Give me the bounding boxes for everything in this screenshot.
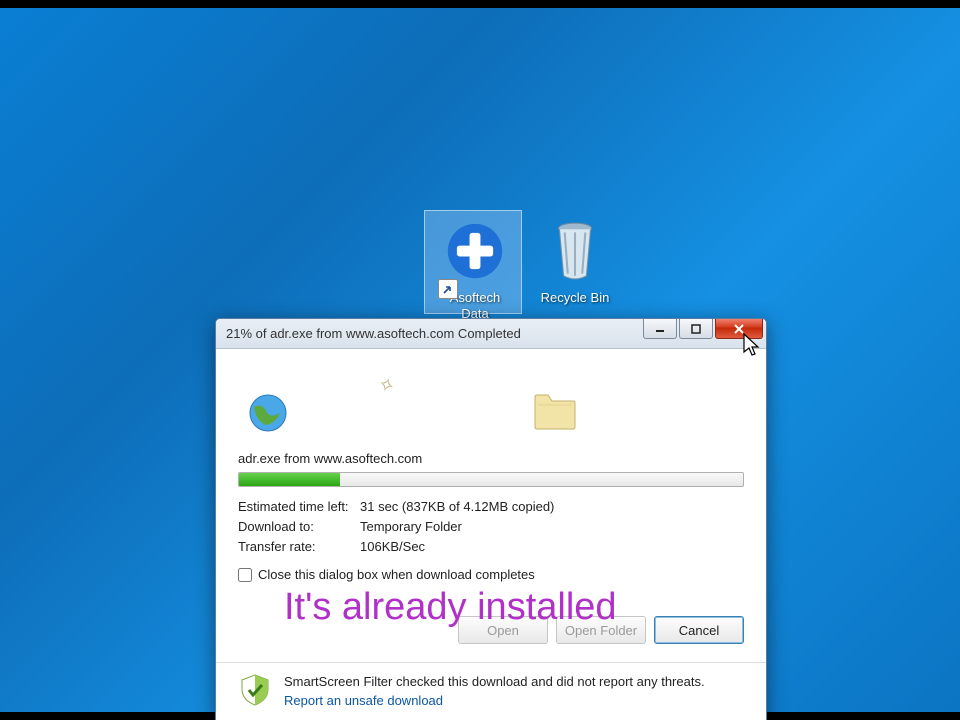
titlebar[interactable]: 21% of adr.exe from www.asoftech.com Com… (216, 319, 766, 349)
dialog-body: ✧ adr.exe from www.asoftech.com Estimate… (216, 349, 766, 720)
cancel-button[interactable]: Cancel (654, 616, 744, 644)
window-title: 21% of adr.exe from www.asoftech.com Com… (216, 326, 643, 341)
asoftech-icon (440, 216, 510, 286)
download-dialog: 21% of adr.exe from www.asoftech.com Com… (215, 318, 767, 720)
globe-icon (248, 393, 288, 433)
download-to-label: Download to: (238, 517, 360, 537)
progress-bar (238, 472, 744, 487)
minimize-button[interactable] (643, 319, 677, 339)
open-button: Open (458, 616, 548, 644)
close-when-done-label: Close this dialog box when download comp… (258, 567, 535, 582)
transfer-rate-value: 106KB/Sec (360, 537, 744, 557)
smartscreen-text: SmartScreen Filter checked this download… (284, 674, 705, 689)
download-stats: Estimated time left: 31 sec (837KB of 4.… (238, 497, 744, 557)
transfer-animation: ✧ (238, 365, 744, 445)
flying-paper-icon: ✧ (374, 371, 398, 400)
close-button[interactable] (715, 319, 763, 339)
open-folder-button: Open Folder (556, 616, 646, 644)
time-left-value: 31 sec (837KB of 4.12MB copied) (360, 497, 744, 517)
close-when-done-row[interactable]: Close this dialog box when download comp… (238, 567, 744, 582)
shield-icon (238, 673, 272, 707)
folder-icon (532, 389, 578, 431)
time-left-label: Estimated time left: (238, 497, 360, 517)
separator (216, 662, 766, 663)
maximize-button[interactable] (679, 319, 713, 339)
download-to-value: Temporary Folder (360, 517, 744, 537)
close-when-done-checkbox[interactable] (238, 568, 252, 582)
progress-fill (239, 473, 340, 486)
dialog-button-row: Open Open Folder Cancel (238, 616, 744, 644)
shortcut-arrow-icon (438, 279, 458, 299)
recycle-bin-icon (540, 216, 610, 286)
desktop-icon-recycle-bin[interactable]: Recycle Bin (530, 216, 620, 306)
smartscreen-notice: SmartScreen Filter checked this download… (238, 673, 744, 709)
desktop-icon-label: Recycle Bin (530, 290, 620, 306)
desktop-icon-asoftech[interactable]: Asoftech Data (430, 216, 520, 321)
report-unsafe-link[interactable]: Report an unsafe download (284, 693, 443, 708)
download-file-label: adr.exe from www.asoftech.com (238, 451, 744, 466)
letterbox-top (0, 0, 960, 8)
desktop: Asoftech Data Recycle Bin 21% of adr.exe… (0, 0, 960, 720)
transfer-rate-label: Transfer rate: (238, 537, 360, 557)
